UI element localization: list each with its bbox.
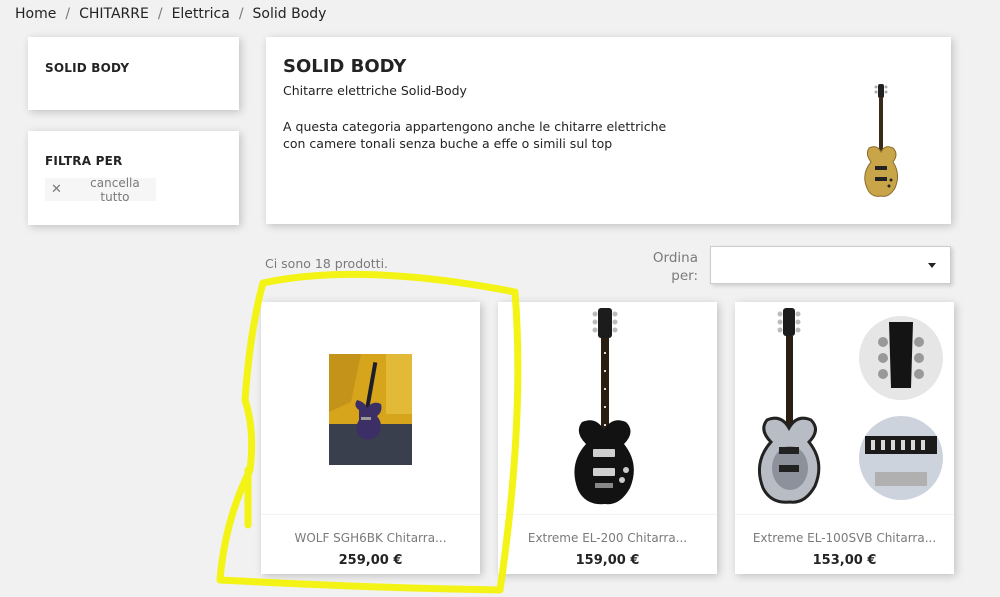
breadcrumb-separator: / bbox=[65, 6, 71, 22]
product-price: 153,00 € bbox=[812, 553, 877, 568]
product-card[interactable]: Extreme EL-200 Chitarra... 159,00 € bbox=[498, 302, 717, 574]
category-description: A questa categoria appartengono anche le… bbox=[283, 119, 667, 151]
product-image[interactable] bbox=[261, 302, 480, 514]
product-count: Ci sono 18 prodotti. bbox=[265, 256, 389, 271]
sidebar-category-title[interactable]: SOLID BODY bbox=[45, 61, 129, 75]
product-card[interactable]: Extreme EL-100SVB Chitarra... 153,00 € bbox=[735, 302, 954, 574]
breadcrumb-separator: / bbox=[157, 6, 163, 22]
product-card[interactable]: WOLF SGH6BK Chitarra... 259,00 € bbox=[261, 302, 480, 574]
card-divider bbox=[261, 514, 480, 515]
page-title: SOLID BODY bbox=[283, 56, 407, 77]
breadcrumb-home[interactable]: Home bbox=[15, 6, 56, 22]
breadcrumb-chitarre[interactable]: CHITARRE bbox=[79, 6, 149, 22]
sidebar-category-block: SOLID BODY bbox=[28, 37, 239, 110]
category-header: SOLID BODY Chitarre elettriche Solid-Bod… bbox=[266, 37, 951, 224]
breadcrumb-separator: / bbox=[238, 6, 244, 22]
product-name[interactable]: Extreme EL-100SVB Chitarra... bbox=[735, 531, 954, 545]
clear-all-filters-button[interactable]: ✕ cancella tutto bbox=[45, 175, 156, 204]
product-price: 159,00 € bbox=[575, 553, 640, 568]
product-name[interactable]: WOLF SGH6BK Chitarra... bbox=[261, 531, 480, 545]
clear-all-label: cancella tutto bbox=[90, 175, 140, 204]
caret-down-icon bbox=[928, 263, 936, 268]
close-icon: ✕ bbox=[51, 182, 62, 197]
product-price: 259,00 € bbox=[338, 553, 403, 568]
product-image[interactable] bbox=[498, 302, 717, 514]
breadcrumb-current: Solid Body bbox=[252, 6, 327, 22]
breadcrumb-elettrica[interactable]: Elettrica bbox=[172, 6, 230, 22]
card-divider bbox=[735, 514, 954, 515]
category-image-gold-guitar bbox=[864, 84, 899, 197]
product-image[interactable] bbox=[735, 302, 954, 514]
category-subtitle: Chitarre elettriche Solid-Body bbox=[283, 83, 467, 98]
filter-title: FILTRA PER bbox=[45, 154, 123, 168]
sort-label: Ordina per: bbox=[652, 250, 698, 284]
sort-select[interactable] bbox=[710, 246, 951, 284]
breadcrumb: Home / CHITARRE / Elettrica / Solid Body bbox=[15, 6, 326, 22]
card-divider bbox=[498, 514, 717, 515]
product-name[interactable]: Extreme EL-200 Chitarra... bbox=[498, 531, 717, 545]
